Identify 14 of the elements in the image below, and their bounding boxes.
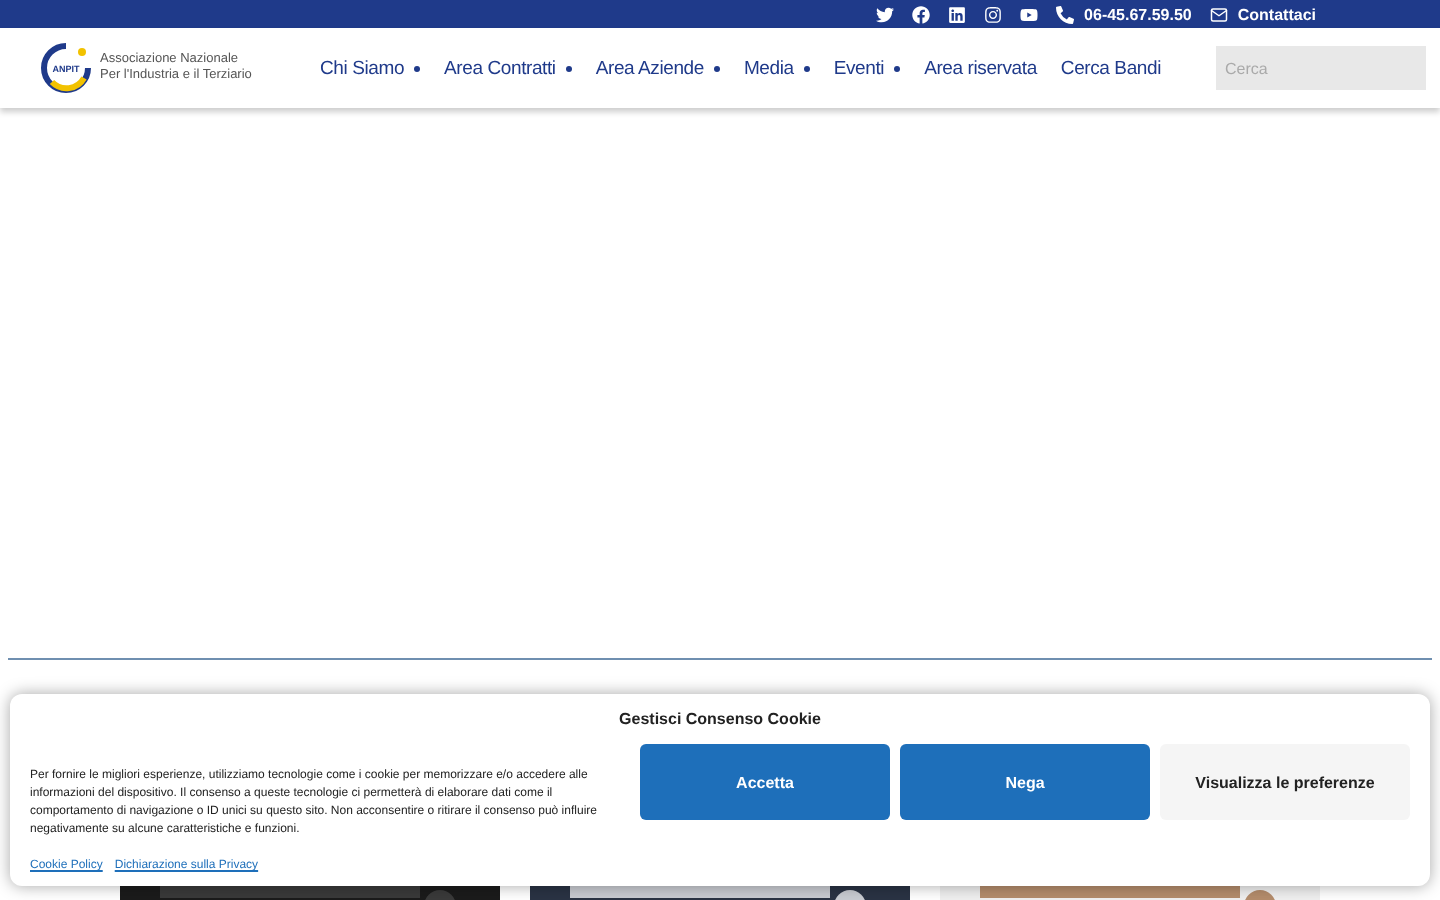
nav-link[interactable]: Area Contratti bbox=[432, 57, 584, 79]
phone-number[interactable]: 06-45.67.59.50 bbox=[1084, 5, 1192, 23]
banner-title: Gestisci Consenso Cookie bbox=[617, 710, 823, 728]
nav-link[interactable]: Eventi bbox=[821, 57, 913, 79]
nav-link[interactable]: Chi Siamo bbox=[308, 57, 433, 79]
nav-link[interactable]: Cerca Bandi bbox=[1048, 57, 1173, 79]
nav-link[interactable]: Area Aziende bbox=[583, 57, 732, 79]
contact-link[interactable]: Contattaci bbox=[1237, 5, 1316, 23]
consent-button[interactable]: Accetta bbox=[640, 744, 890, 820]
consent-button[interactable]: Nega bbox=[900, 744, 1150, 820]
nav-link[interactable]: Media bbox=[731, 57, 822, 79]
nav-link[interactable]: Area riservata bbox=[912, 57, 1049, 79]
search-field[interactable]: Cerca bbox=[1216, 46, 1427, 90]
preferences-button[interactable]: Visualizza le preferenze bbox=[1160, 744, 1410, 820]
